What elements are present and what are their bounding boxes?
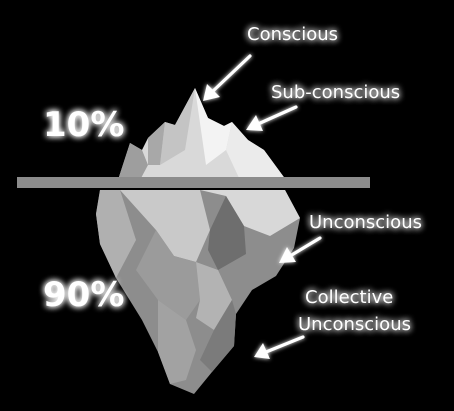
waterline	[17, 177, 370, 188]
subconscious-label: Sub-conscious	[271, 82, 400, 103]
collective-label-line1: Collective	[305, 287, 393, 308]
conscious-label: Conscious	[247, 24, 338, 45]
unconscious-label: Unconscious	[309, 212, 422, 233]
percent-below-label: 90%	[43, 275, 124, 315]
iceberg-diagram: 10% 90% Conscious Sub-conscious Unconsci…	[0, 0, 454, 411]
collective-label-line2: Unconscious	[298, 314, 411, 335]
percent-above-label: 10%	[43, 105, 124, 145]
